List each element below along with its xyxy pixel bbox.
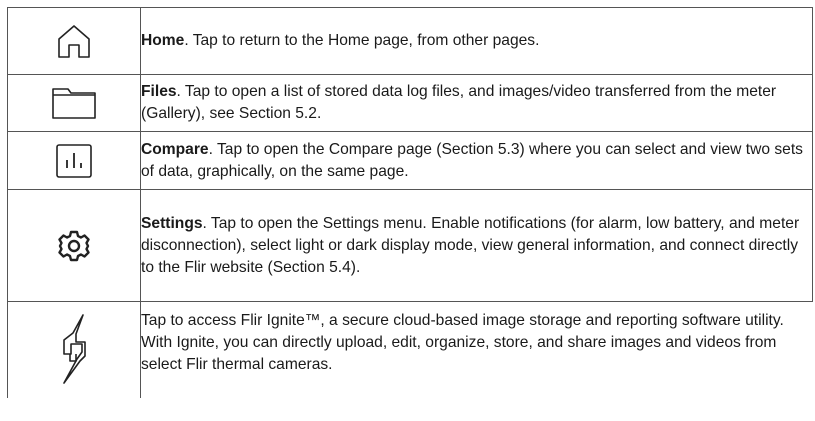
icon-cell xyxy=(7,189,141,302)
table-row-home: Home. Tap to return to the Home page, fr… xyxy=(7,7,813,75)
table-row-settings: Settings. Tap to open the Settings menu.… xyxy=(7,189,813,302)
icon-cell xyxy=(7,131,141,190)
description-cell: Files. Tap to open a list of stored data… xyxy=(140,74,813,132)
icon-cell xyxy=(7,7,141,75)
table-row-compare: Compare. Tap to open the Compare page (S… xyxy=(7,131,813,190)
term-label: Home xyxy=(141,32,185,49)
icon-cell xyxy=(7,74,141,132)
term-label: Files xyxy=(141,83,177,100)
home-icon xyxy=(58,25,90,58)
description-text: Tap to access Flir Ignite™, a secure clo… xyxy=(141,312,784,373)
description-cell: Home. Tap to return to the Home page, fr… xyxy=(140,7,813,75)
description-text: . Tap to open the Compare page (Section … xyxy=(141,140,803,180)
description-cell: Compare. Tap to open the Compare page (S… xyxy=(140,131,813,190)
icon-description-table: Home. Tap to return to the Home page, fr… xyxy=(7,7,813,398)
description-text: . Tap to return to the Home page, from o… xyxy=(184,32,540,49)
table-row-files: Files. Tap to open a list of stored data… xyxy=(7,74,813,132)
icon-cell xyxy=(7,301,141,398)
term-label: Compare xyxy=(141,140,209,158)
description-text: . Tap to open a list of stored data log … xyxy=(141,83,777,122)
flir-ignite-icon xyxy=(63,314,86,384)
description-cell: Tap to access Flir Ignite™, a secure clo… xyxy=(140,301,813,398)
term-label: Settings xyxy=(141,214,203,232)
description-cell: Settings. Tap to open the Settings menu.… xyxy=(140,189,813,302)
description-text: . Tap to open the Settings menu. Enable … xyxy=(141,214,800,276)
folder-icon xyxy=(52,88,96,119)
gear-icon xyxy=(58,230,90,261)
table-row-ignite: Tap to access Flir Ignite™, a secure clo… xyxy=(7,301,813,398)
compare-chart-icon xyxy=(56,143,92,178)
